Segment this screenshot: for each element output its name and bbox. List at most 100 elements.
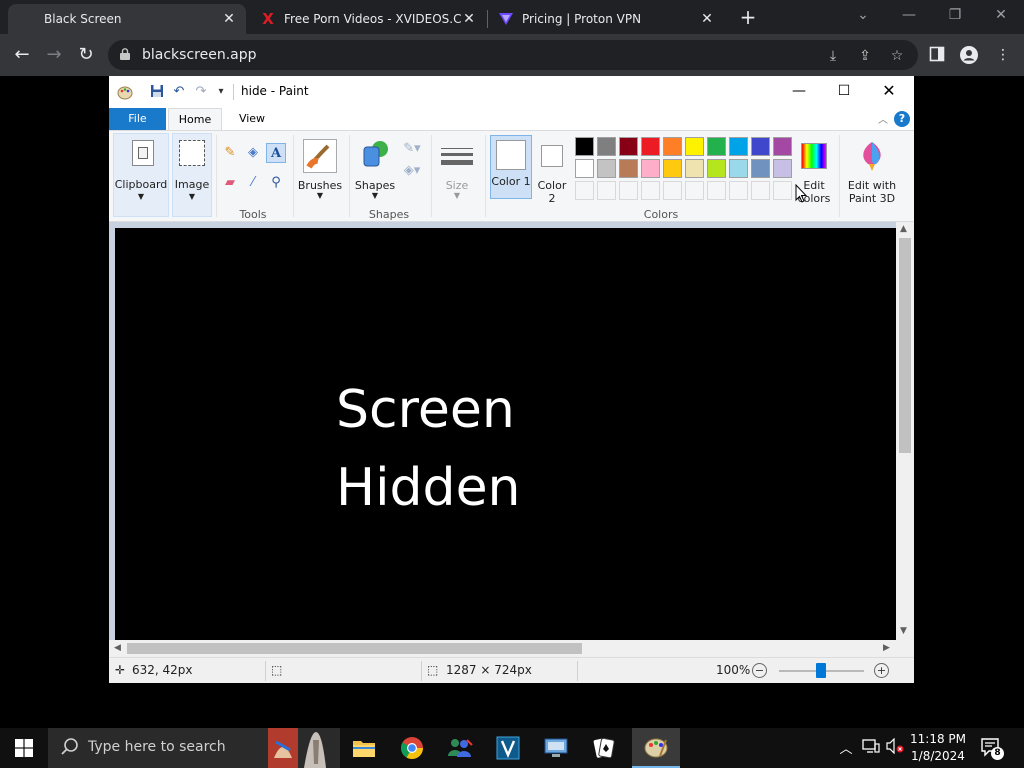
back-button[interactable]: ← — [10, 43, 34, 67]
undo-icon[interactable]: ↶ — [171, 84, 187, 100]
palette-swatch[interactable] — [685, 159, 704, 178]
tab-view[interactable]: View — [227, 108, 277, 130]
app-v-taskbar-button[interactable] — [484, 728, 532, 768]
install-app-icon[interactable]: ⤓ — [824, 47, 842, 65]
close-icon[interactable]: ✕ — [462, 11, 476, 27]
edit-with-paint3d-button[interactable]: Edit with Paint 3D — [843, 135, 901, 205]
scroll-up-icon[interactable]: ▲ — [900, 224, 907, 234]
bookmark-star-icon[interactable]: ☆ — [888, 47, 906, 65]
taskbar-clock[interactable]: 11:18 PM 1/8/2024 — [908, 731, 968, 765]
minimize-icon[interactable]: — — [894, 4, 924, 26]
tab-black-screen[interactable]: Black Screen ✕ — [8, 4, 246, 34]
palette-swatch-empty[interactable] — [597, 181, 616, 200]
tab-home[interactable]: Home — [168, 108, 222, 130]
palette-swatch[interactable] — [641, 159, 660, 178]
palette-swatch-empty[interactable] — [751, 181, 770, 200]
paint-taskbar-button[interactable] — [632, 728, 680, 768]
show-hidden-icons-chevron-icon[interactable]: ︿ — [838, 738, 854, 758]
palette-swatch[interactable] — [729, 137, 748, 156]
brushes-button[interactable]: Brushes ▼ — [295, 135, 345, 201]
close-window-icon[interactable]: ✕ — [986, 4, 1016, 26]
tab-xvideos[interactable]: X Free Porn Videos - XVIDEOS.COM ✕ — [250, 4, 486, 34]
solitaire-taskbar-button[interactable] — [580, 728, 628, 768]
eraser-icon[interactable]: ▰ — [220, 173, 240, 193]
palette-swatch-empty[interactable] — [707, 181, 726, 200]
zoom-slider-thumb[interactable] — [816, 663, 826, 678]
save-icon[interactable] — [149, 84, 165, 100]
palette-swatch[interactable] — [663, 159, 682, 178]
people-app-taskbar-button[interactable] — [436, 728, 484, 768]
palette-swatch[interactable] — [575, 137, 594, 156]
text-tool-icon[interactable]: A — [266, 143, 286, 163]
palette-swatch[interactable] — [751, 159, 770, 178]
taskbar-search-box[interactable]: Type here to search — [48, 728, 340, 768]
shapes-button[interactable]: Shapes ▼ — [353, 135, 397, 201]
palette-swatch-empty[interactable] — [575, 181, 594, 200]
paint-app-icon[interactable] — [117, 84, 133, 100]
close-icon[interactable]: ✕ — [700, 11, 714, 27]
pencil-icon[interactable]: ✎ — [220, 143, 240, 163]
customize-quick-access-icon[interactable]: ▾ — [213, 84, 229, 100]
palette-swatch-empty[interactable] — [773, 181, 792, 200]
menu-kebab-icon[interactable]: ⋮ — [994, 46, 1012, 64]
tab-search-icon[interactable]: ⌄ — [848, 4, 878, 26]
close-icon[interactable]: ✕ — [222, 11, 236, 27]
outline-icon[interactable]: ✎▾ — [400, 139, 424, 159]
palette-swatch[interactable] — [685, 137, 704, 156]
palette-swatch[interactable] — [575, 159, 594, 178]
scroll-down-icon[interactable]: ▼ — [900, 626, 907, 636]
palette-swatch[interactable] — [729, 159, 748, 178]
palette-swatch[interactable] — [707, 159, 726, 178]
network-icon[interactable] — [860, 738, 882, 758]
palette-swatch[interactable] — [663, 137, 682, 156]
horizontal-scrollbar[interactable]: ◀ ▶ — [109, 640, 914, 657]
palette-swatch-empty[interactable] — [663, 181, 682, 200]
palette-swatch[interactable] — [773, 159, 792, 178]
chrome-taskbar-button[interactable] — [388, 728, 436, 768]
action-center-button[interactable]: 8 — [980, 737, 1004, 760]
paint-minimize-button[interactable]: — — [776, 76, 822, 106]
palette-swatch-empty[interactable] — [619, 181, 638, 200]
palette-swatch-empty[interactable] — [641, 181, 660, 200]
share-icon[interactable]: ⇪ — [856, 47, 874, 65]
tab-file[interactable]: File — [109, 108, 166, 130]
clipboard-button[interactable]: Clipboard ▼ — [113, 133, 169, 217]
start-button[interactable] — [0, 728, 48, 768]
palette-swatch[interactable] — [597, 159, 616, 178]
redo-icon[interactable]: ↷ — [193, 84, 209, 100]
address-bar[interactable]: blackscreen.app ⤓ ⇪ ☆ — [108, 40, 918, 70]
scroll-right-icon[interactable]: ▶ — [883, 643, 890, 653]
horizontal-scroll-thumb[interactable] — [127, 643, 582, 654]
palette-swatch-empty[interactable] — [685, 181, 704, 200]
help-icon[interactable]: ? — [894, 111, 910, 127]
remote-desktop-taskbar-button[interactable] — [532, 728, 580, 768]
color-picker-icon[interactable]: ⁄ — [243, 173, 263, 193]
palette-swatch[interactable] — [751, 137, 770, 156]
reload-button[interactable]: ↻ — [74, 43, 98, 67]
fill-bucket-icon[interactable]: ◈ — [243, 143, 263, 163]
new-tab-button[interactable]: + — [738, 6, 758, 28]
shape-fill-icon[interactable]: ◈▾ — [400, 161, 424, 181]
drawing-canvas[interactable]: Screen Hidden — [115, 228, 896, 640]
palette-swatch[interactable] — [707, 137, 726, 156]
palette-swatch-empty[interactable] — [729, 181, 748, 200]
paint-close-button[interactable]: ✕ — [866, 76, 912, 106]
zoom-out-button[interactable]: − — [752, 663, 767, 678]
file-explorer-taskbar-button[interactable] — [340, 728, 388, 768]
palette-swatch[interactable] — [619, 137, 638, 156]
palette-swatch[interactable] — [619, 159, 638, 178]
restore-icon[interactable]: ❐ — [940, 4, 970, 26]
magnifier-icon[interactable]: ⚲ — [266, 173, 286, 193]
vertical-scrollbar[interactable]: ▲ ▼ — [896, 222, 914, 640]
tab-proton-vpn[interactable]: Pricing | Proton VPN ✕ — [488, 4, 724, 34]
vertical-scroll-thumb[interactable] — [899, 238, 911, 453]
color1-button[interactable]: Color 1 — [490, 135, 532, 199]
palette-swatch[interactable] — [641, 137, 660, 156]
minimize-ribbon-icon[interactable]: ︿ — [878, 111, 888, 126]
palette-swatch[interactable] — [597, 137, 616, 156]
scroll-left-icon[interactable]: ◀ — [114, 643, 121, 653]
palette-swatch[interactable] — [773, 137, 792, 156]
volume-muted-icon[interactable] — [884, 737, 906, 758]
forward-button[interactable]: → — [42, 43, 66, 67]
zoom-in-button[interactable]: + — [874, 663, 889, 678]
